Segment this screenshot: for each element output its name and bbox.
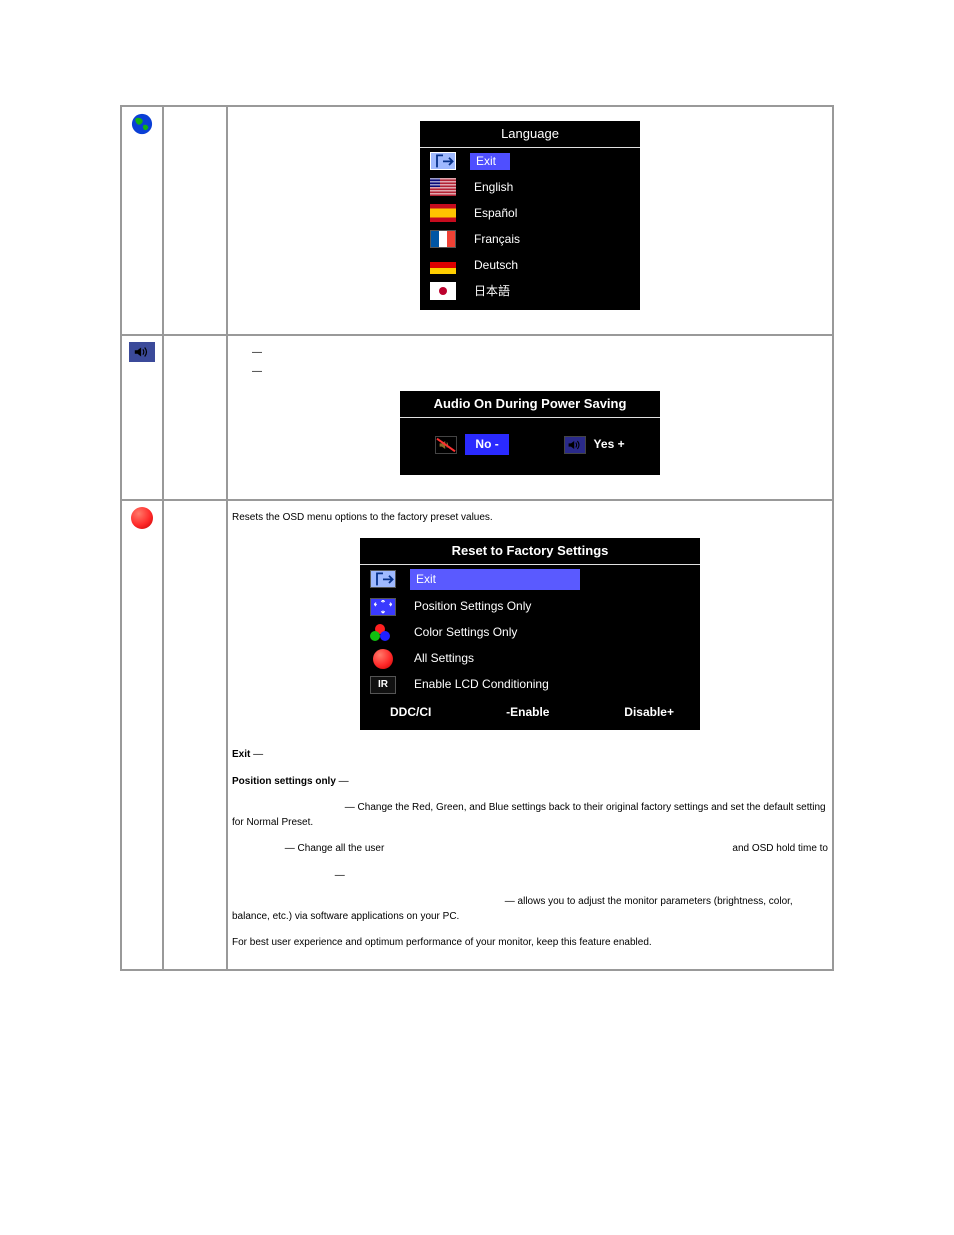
reset-item-color[interactable]: Color Settings Only: [360, 620, 700, 646]
best-experience-desc: For best user experience and optimum per…: [232, 936, 828, 951]
lang-item-english[interactable]: English: [420, 174, 640, 200]
reset-ddc-row[interactable]: DDC/CI -Enable Disable+: [360, 698, 700, 731]
row-reset: Resets the OSD menu options to the facto…: [121, 500, 833, 970]
row-language: Language Exit English Español Français: [121, 106, 833, 335]
reset-item-all[interactable]: All Settings: [360, 646, 700, 672]
audio-option-yes[interactable]: Yes +: [564, 434, 625, 455]
ddc-desc: — allows you to adjust the monitor param…: [232, 895, 828, 924]
reset-item-lcd-conditioning[interactable]: IR Enable LCD Conditioning: [360, 672, 700, 698]
osd-language-title: Language: [420, 121, 640, 148]
audio-dash-1: —: [252, 346, 828, 361]
lcd-cond-desc: —: [232, 869, 828, 884]
flag-de-icon: [430, 256, 456, 274]
all-desc: — Change all the user and OSD hold time …: [232, 842, 828, 857]
flag-es-icon: [430, 204, 456, 222]
globe-icon: [131, 113, 153, 135]
audio-dash-2: —: [252, 365, 828, 380]
ir-icon: IR: [370, 676, 396, 694]
osd-reset-title: Reset to Factory Settings: [360, 538, 700, 565]
exit-icon: [370, 570, 396, 588]
exit-icon: [430, 152, 456, 170]
position-desc: Position settings only —: [232, 775, 828, 790]
position-icon: [370, 598, 396, 616]
lang-item-german[interactable]: Deutsch: [420, 252, 640, 278]
flag-fr-icon: [430, 230, 456, 248]
reset-icon: [131, 507, 153, 529]
osd-audio-panel: Audio On During Power Saving No - Yes +: [400, 391, 660, 475]
osd-reset-panel: Reset to Factory Settings Exit Position: [360, 538, 700, 731]
lang-item-spanish[interactable]: Español: [420, 200, 640, 226]
lang-item-japanese[interactable]: 日本語: [420, 278, 640, 310]
exit-desc: Exit —: [232, 748, 828, 763]
speaker-mute-icon: [435, 436, 457, 454]
spec-table: Language Exit English Español Français: [120, 105, 834, 971]
reset-intro: Resets the OSD menu options to the facto…: [232, 511, 828, 526]
reset-item-position[interactable]: Position Settings Only: [360, 594, 700, 620]
audio-option-no[interactable]: No -: [435, 434, 508, 455]
lang-item-french[interactable]: Français: [420, 226, 640, 252]
speaker-on-icon: [564, 436, 586, 454]
osd-audio-title: Audio On During Power Saving: [400, 391, 660, 418]
ddc-disable: Disable+: [624, 704, 674, 721]
ddc-enable: -Enable: [506, 704, 549, 721]
ddc-label: DDC/CI: [390, 704, 431, 721]
all-settings-icon: [370, 650, 396, 668]
lang-item-exit[interactable]: Exit: [420, 148, 640, 174]
flag-us-icon: [430, 178, 456, 196]
osd-language-panel: Language Exit English Español Français: [420, 121, 640, 310]
color-icon: [370, 624, 396, 642]
reset-item-exit[interactable]: Exit: [360, 565, 700, 594]
flag-jp-icon: [430, 282, 456, 300]
speaker-icon: [129, 342, 155, 362]
row-audio: — — Audio On During Power Saving No - Ye…: [121, 335, 833, 500]
color-desc: — Change the Red, Green, and Blue settin…: [232, 801, 828, 830]
